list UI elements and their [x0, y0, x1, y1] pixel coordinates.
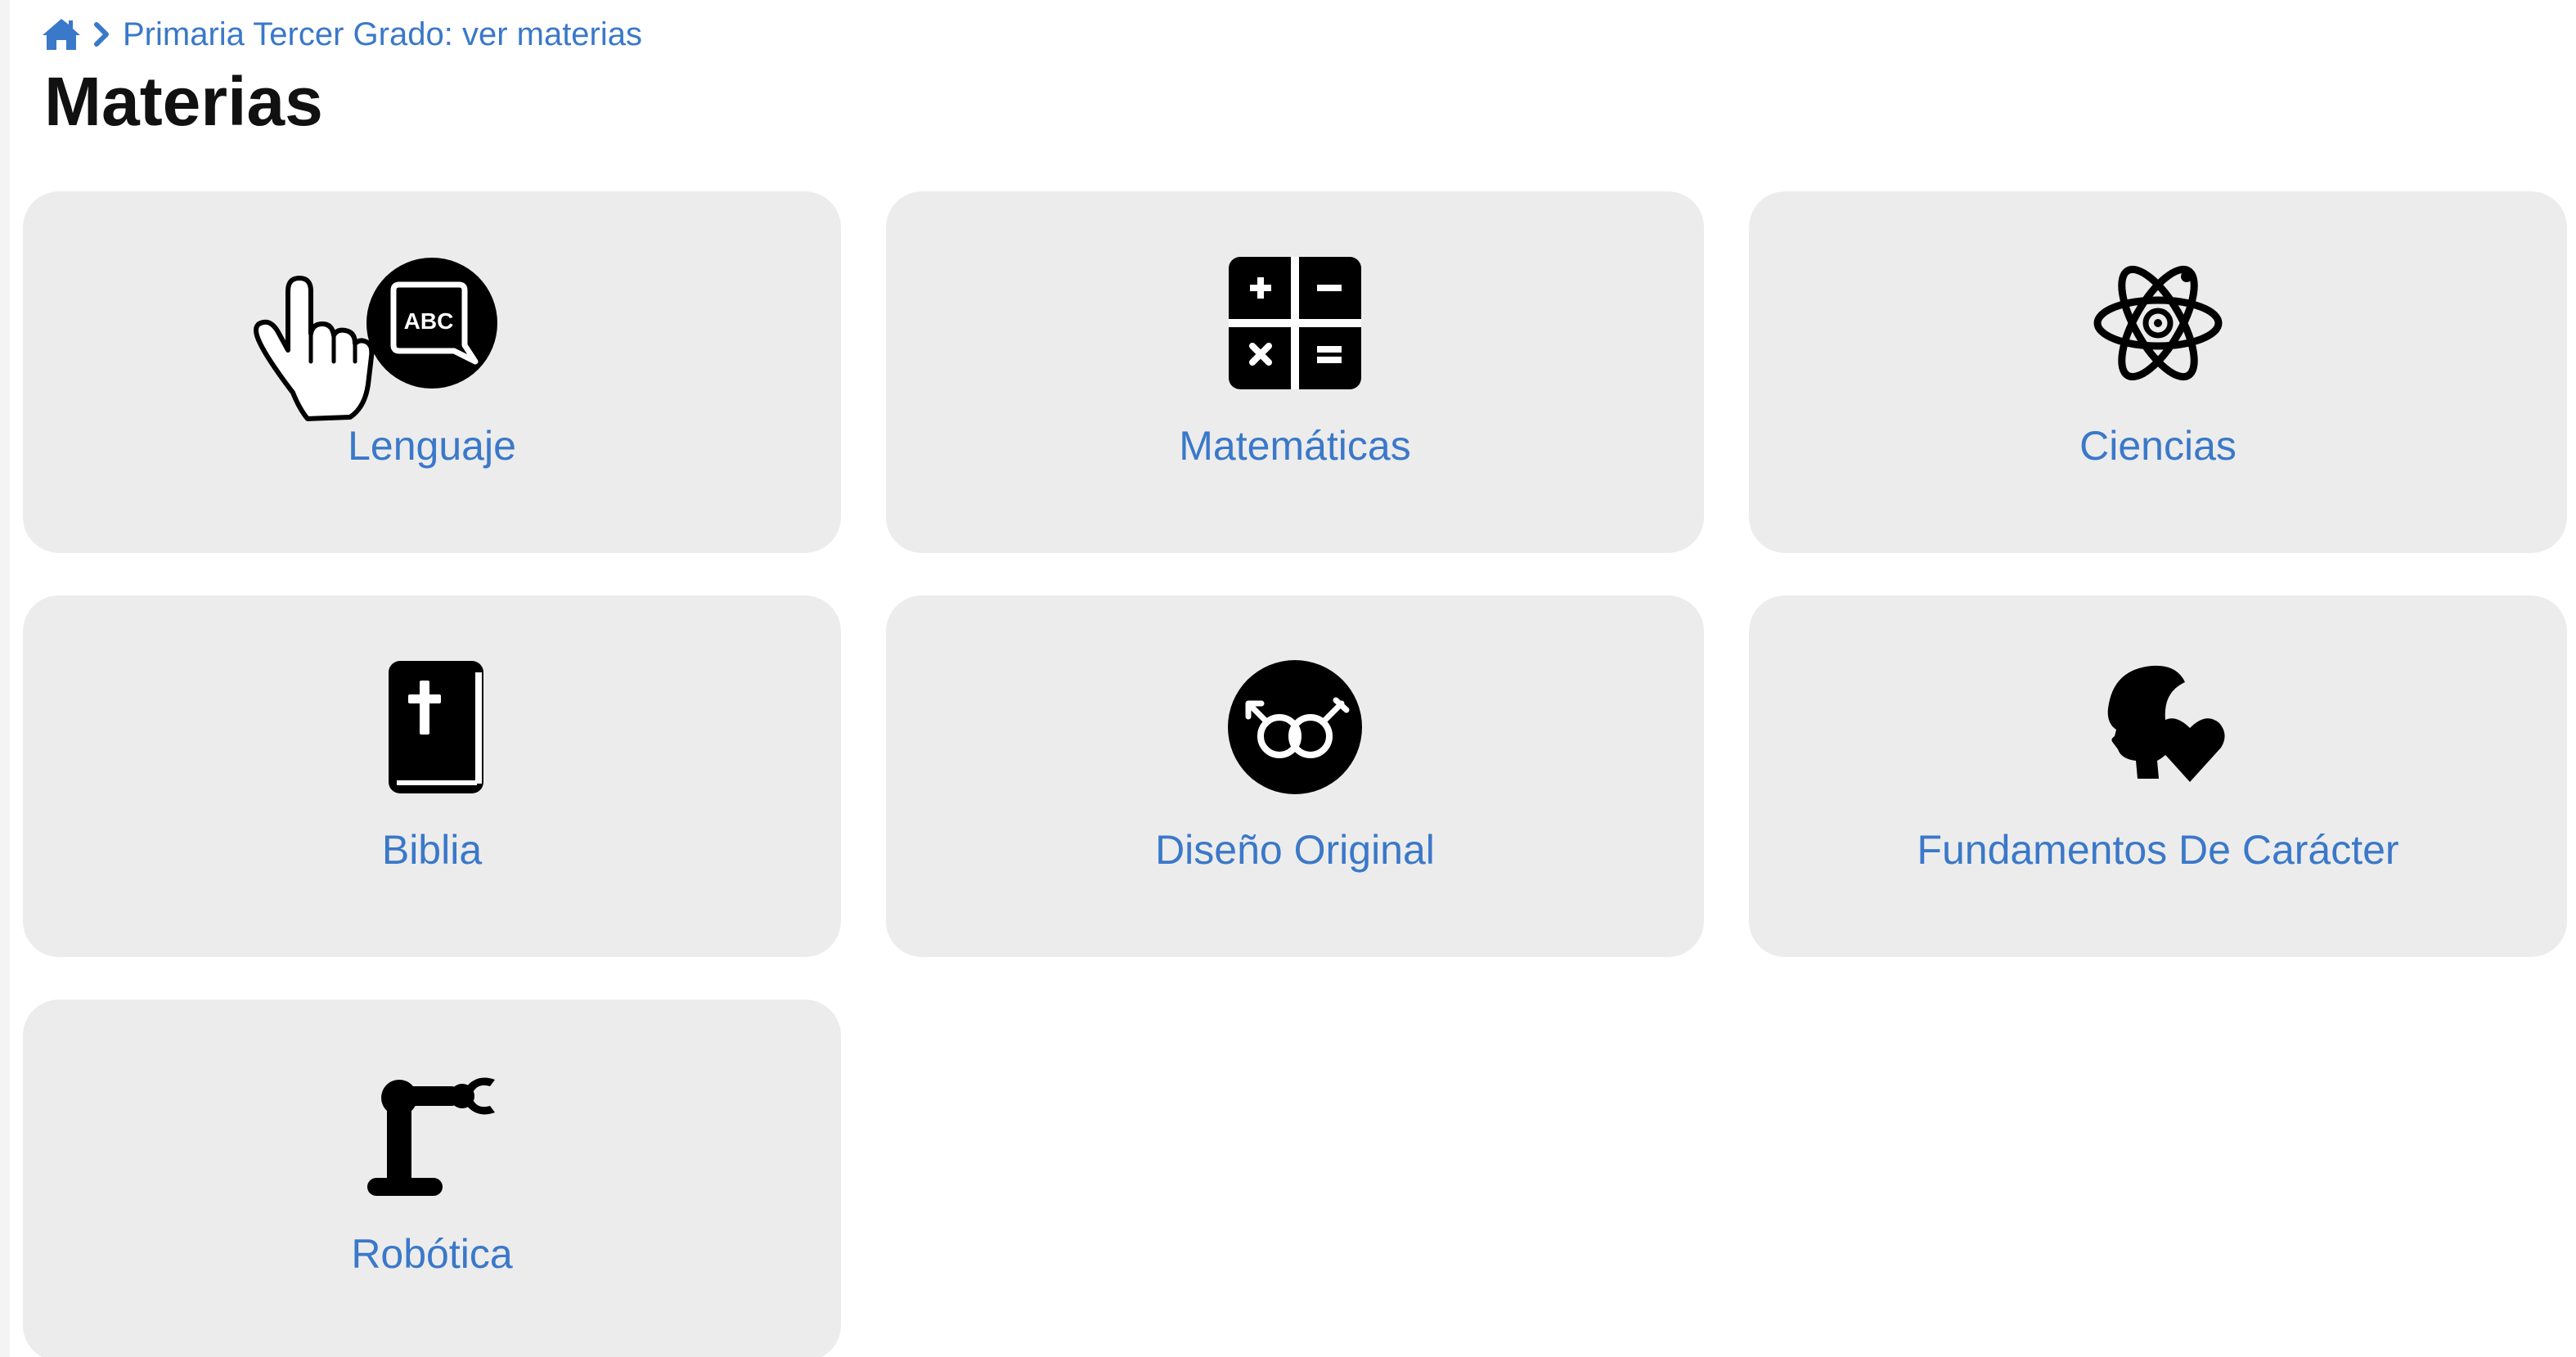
- abc-speech-bubble-icon: ABC: [362, 254, 501, 393]
- svg-text:ABC: ABC: [404, 308, 454, 334]
- subject-label: Lenguaje: [348, 423, 516, 469]
- left-edge: [0, 0, 10, 1357]
- subject-card-fundamentos-de-caracter[interactable]: Fundamentos De Carácter: [1749, 595, 2567, 957]
- subject-label: Robótica: [351, 1231, 513, 1277]
- subject-label: Biblia: [381, 827, 483, 873]
- home-icon[interactable]: [41, 16, 82, 52]
- subject-card-robotica[interactable]: Robótica: [23, 1000, 841, 1357]
- breadcrumb: Primaria Tercer Grado: ver materias: [41, 13, 642, 56]
- head-heart-icon: [2088, 658, 2228, 797]
- bible-icon: [362, 658, 501, 797]
- robot-arm-icon: [362, 1062, 501, 1201]
- chevron-right-icon: [94, 22, 109, 47]
- gender-symbols-icon: [1225, 658, 1364, 797]
- subject-card-lenguaje[interactable]: ABC Lenguaje: [23, 191, 841, 553]
- subject-card-diseno-original[interactable]: Diseño Original: [886, 595, 1704, 957]
- subject-label: Fundamentos De Carácter: [1917, 827, 2399, 873]
- subject-label: Matemáticas: [1179, 423, 1411, 469]
- calculator-icon: [1225, 254, 1364, 393]
- subjects-grid: ABC Lenguaje Matemáticas Ciencias Biblia…: [23, 191, 2567, 1357]
- page-title: Materias: [44, 63, 323, 140]
- subject-label: Ciencias: [2079, 423, 2237, 469]
- atom-icon: [2088, 254, 2228, 393]
- subject-label: Diseño Original: [1155, 827, 1435, 873]
- subject-card-biblia[interactable]: Biblia: [23, 595, 841, 957]
- subject-card-ciencias[interactable]: Ciencias: [1749, 191, 2567, 553]
- breadcrumb-current-link[interactable]: Primaria Tercer Grado: ver materias: [123, 16, 642, 53]
- subject-card-matematicas[interactable]: Matemáticas: [886, 191, 1704, 553]
